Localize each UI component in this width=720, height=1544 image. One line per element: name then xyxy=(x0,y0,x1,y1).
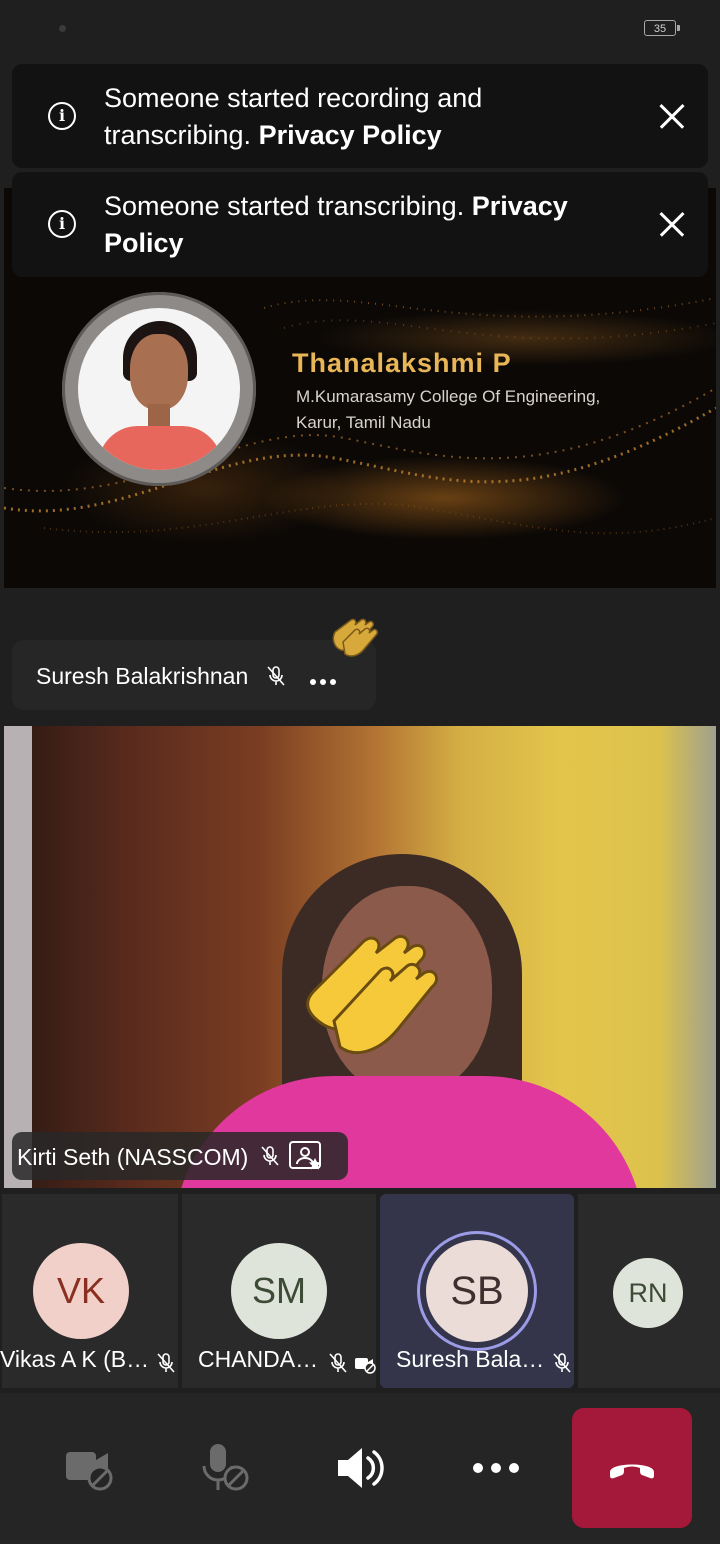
speaker-affiliation: M.Kumarasamy College Of Engineering, xyxy=(296,387,601,406)
avatar-initials: RN xyxy=(628,1278,668,1308)
battery-level: 35 xyxy=(653,23,667,35)
avatar: RN xyxy=(613,1258,683,1328)
mic-off-icon[interactable] xyxy=(200,1442,256,1494)
participant-name: Vikas A K (B… xyxy=(0,1346,150,1372)
avatar-initials: SM xyxy=(252,1270,306,1311)
info-icon: i xyxy=(48,210,76,238)
transcribing-banner-text: Someone started transcribing. xyxy=(104,191,472,221)
participant-video[interactable] xyxy=(4,726,716,1188)
participant-name: Suresh Balakrishnan xyxy=(36,663,249,689)
presenter-icon xyxy=(289,1141,321,1170)
participant-name: CHANDA… xyxy=(198,1346,319,1372)
recording-banner: i Someone started recording and transcri… xyxy=(12,64,708,168)
video-participant-name: Kirti Seth (NASSCOM) xyxy=(17,1144,249,1170)
participant-tile[interactable]: RN xyxy=(578,1194,720,1388)
hang-up-icon xyxy=(610,1464,654,1479)
avatar-initials: VK xyxy=(56,1270,106,1311)
avatar: SB xyxy=(417,1231,537,1351)
clap-reaction-icon xyxy=(306,934,438,1055)
more-options-icon[interactable] xyxy=(468,1442,524,1494)
participant-tile-active-speaker[interactable]: SB Suresh Bala… xyxy=(380,1194,574,1388)
mic-off-icon xyxy=(267,666,285,686)
status-bar: 35 xyxy=(0,0,720,58)
battery-icon: 35 xyxy=(644,20,680,36)
transcribing-banner-message: Someone started transcribing. Privacy Po… xyxy=(104,188,604,262)
speaker-icon[interactable] xyxy=(334,1442,390,1494)
speaker-photo-frame xyxy=(62,292,256,486)
more-icon[interactable] xyxy=(310,672,340,690)
mic-off-icon xyxy=(329,1353,347,1373)
speaker-photo xyxy=(78,308,240,470)
participant-name: Suresh Bala… xyxy=(396,1346,545,1372)
participant-tile[interactable]: VK Vikas A K (B… xyxy=(0,1194,178,1388)
camera-icon[interactable] xyxy=(62,1442,118,1494)
camera-off-icon xyxy=(355,1358,376,1374)
participant-tile[interactable]: SM CHANDA… xyxy=(182,1194,376,1388)
front-camera-dot xyxy=(59,25,66,32)
avatar: VK xyxy=(33,1243,129,1339)
info-icon: i xyxy=(48,102,76,130)
mic-off-icon xyxy=(261,1146,279,1166)
mic-off-icon xyxy=(157,1353,175,1373)
close-icon[interactable] xyxy=(658,210,686,238)
avatar: SM xyxy=(231,1243,327,1339)
privacy-policy-link[interactable]: Privacy Policy xyxy=(259,120,442,150)
video-name-label: Kirti Seth (NASSCOM) xyxy=(12,1132,348,1180)
participant-name-pill[interactable]: Suresh Balakrishnan xyxy=(12,640,376,710)
hang-up-button[interactable] xyxy=(572,1408,692,1528)
transcribing-banner: i Someone started transcribing. Privacy … xyxy=(12,172,708,277)
clap-icon xyxy=(332,618,378,657)
speaker-location: Karur, Tamil Nadu xyxy=(296,413,431,432)
close-icon[interactable] xyxy=(658,102,686,130)
speaker-name: Thanalakshmi P xyxy=(292,348,512,378)
mic-off-icon xyxy=(553,1353,571,1373)
recording-banner-message: Someone started recording and transcribi… xyxy=(104,80,604,154)
avatar-initials: SB xyxy=(450,1269,504,1313)
